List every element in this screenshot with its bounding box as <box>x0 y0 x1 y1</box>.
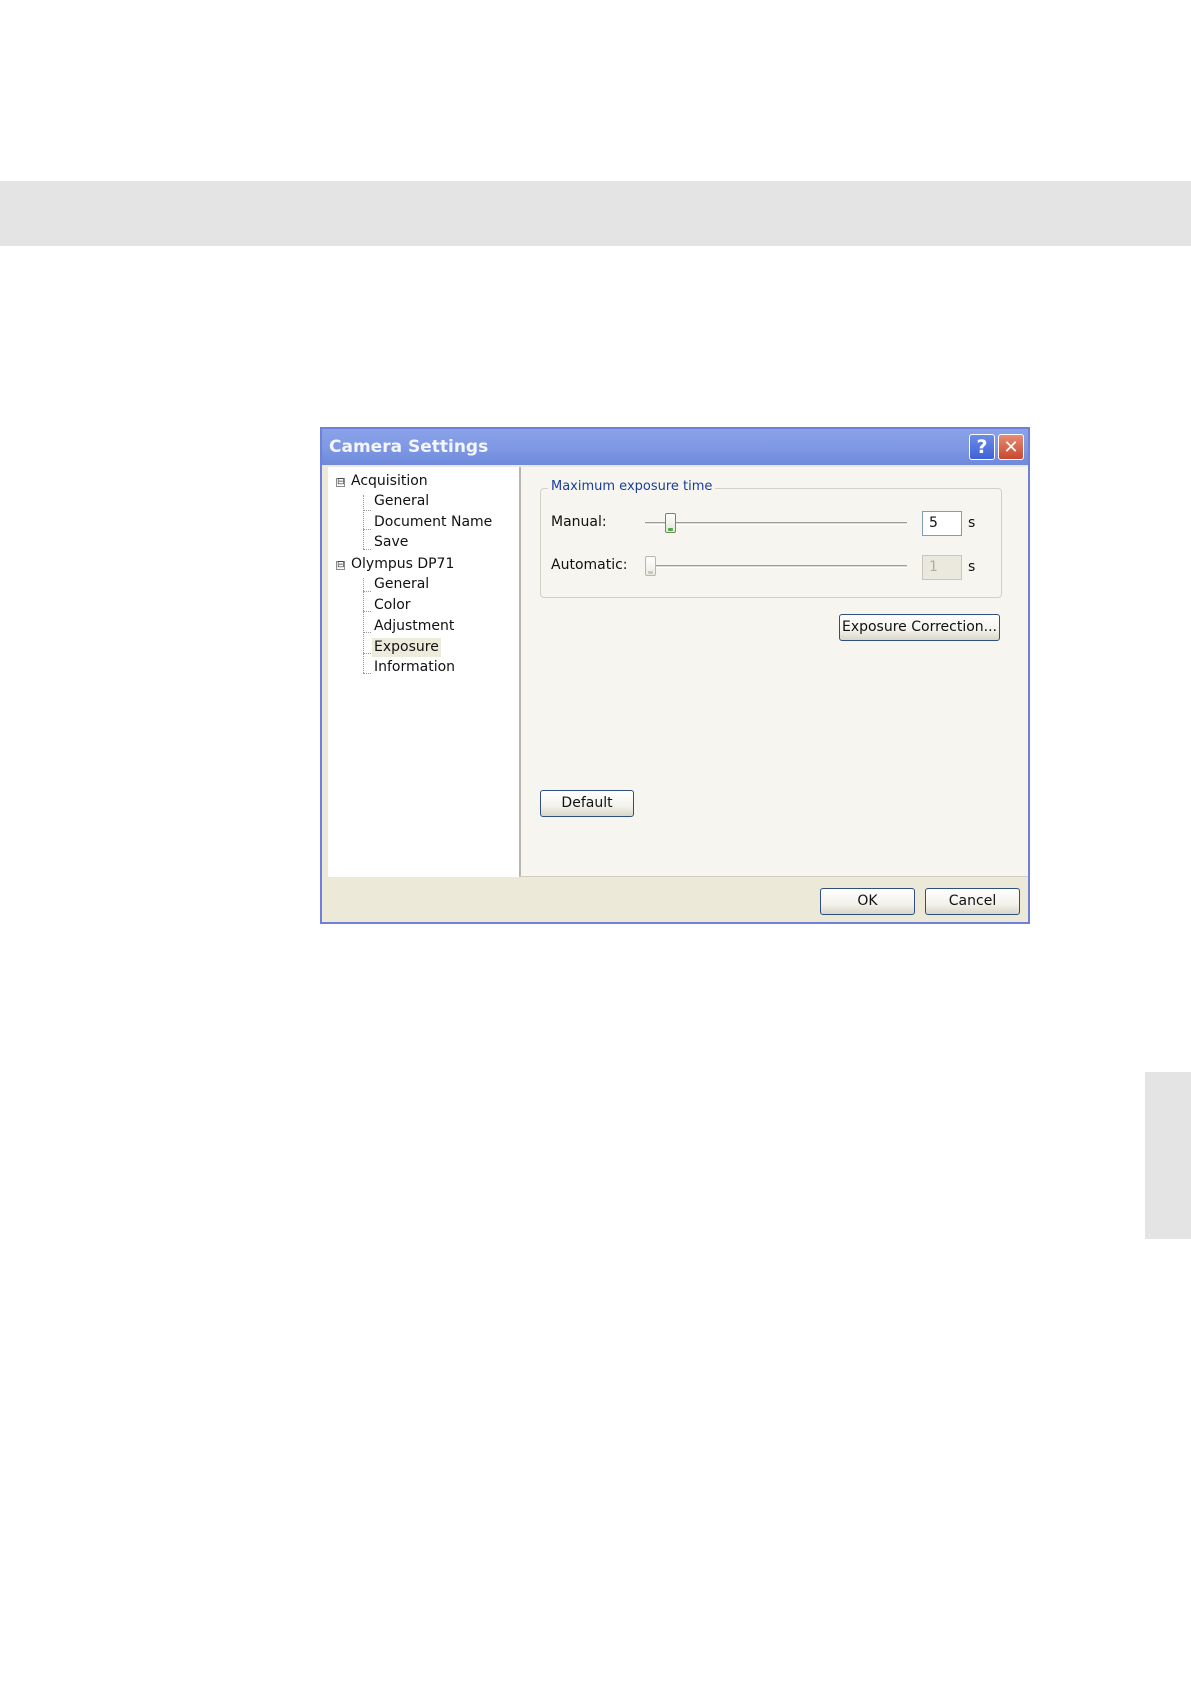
default-button[interactable]: Default <box>540 790 634 817</box>
close-button[interactable]: ✕ <box>998 434 1024 460</box>
manual-slider-track[interactable] <box>645 522 907 525</box>
settings-tree: ⊟ Acquisition General Document Name Save… <box>328 467 519 877</box>
tree-item-adjustment[interactable]: Adjustment <box>372 617 456 636</box>
group-title: Maximum exposure time <box>548 479 716 494</box>
tree-connector <box>363 510 371 511</box>
manual-value-input[interactable]: 5 <box>922 511 962 536</box>
automatic-unit: s <box>968 559 976 575</box>
tree-item-document-name[interactable]: Document Name <box>372 513 494 532</box>
collapse-icon[interactable]: ⊟ <box>336 478 345 487</box>
dialog-title: Camera Settings <box>329 437 489 457</box>
tree-connector <box>363 529 371 530</box>
tree-connector <box>363 591 371 592</box>
camera-settings-dialog: Camera Settings ? ✕ ⊟ Acquisition Genera… <box>320 427 1030 924</box>
tree-item-color[interactable]: Color <box>372 596 413 615</box>
max-exposure-group: Maximum exposure time Manual: 5 s Automa… <box>540 479 1002 598</box>
tree-connector <box>363 495 364 549</box>
tree-item-exposure[interactable]: Exposure <box>372 638 441 657</box>
tree-connector <box>363 549 371 550</box>
automatic-slider-track <box>645 565 907 568</box>
tree-item-general[interactable]: General <box>372 492 431 511</box>
ok-button[interactable]: OK <box>820 888 915 915</box>
tree-item-general[interactable]: General <box>372 575 431 594</box>
manual-slider-thumb[interactable] <box>665 513 677 533</box>
cancel-button[interactable]: Cancel <box>925 888 1020 915</box>
help-button[interactable]: ? <box>969 434 995 460</box>
dialog-footer: OK Cancel <box>322 877 1028 922</box>
page-header-band <box>0 181 1191 246</box>
automatic-value-input: 1 <box>922 555 962 580</box>
exposure-panel: Maximum exposure time Manual: 5 s Automa… <box>519 467 1028 877</box>
collapse-icon[interactable]: ⊟ <box>336 561 345 570</box>
tree-item-information[interactable]: Information <box>372 658 457 677</box>
tree-connector <box>363 653 371 654</box>
page-side-tab <box>1145 1072 1191 1239</box>
tree-connector <box>363 611 371 612</box>
title-bar[interactable]: Camera Settings ? ✕ <box>322 429 1028 465</box>
tree-connector <box>363 578 364 673</box>
close-icon: ✕ <box>1003 436 1019 458</box>
tree-connector <box>363 632 371 633</box>
tree-connector <box>363 673 371 674</box>
help-icon: ? <box>976 436 988 458</box>
manual-unit: s <box>968 515 976 531</box>
tree-item-olympus-dp71[interactable]: Olympus DP71 <box>349 555 456 574</box>
exposure-correction-button[interactable]: Exposure Correction... <box>839 614 1000 641</box>
manual-label: Manual: <box>551 514 607 530</box>
tree-item-save[interactable]: Save <box>372 533 410 552</box>
automatic-slider-thumb <box>645 556 656 576</box>
automatic-label: Automatic: <box>551 557 628 573</box>
tree-item-acquisition[interactable]: Acquisition <box>349 472 430 491</box>
